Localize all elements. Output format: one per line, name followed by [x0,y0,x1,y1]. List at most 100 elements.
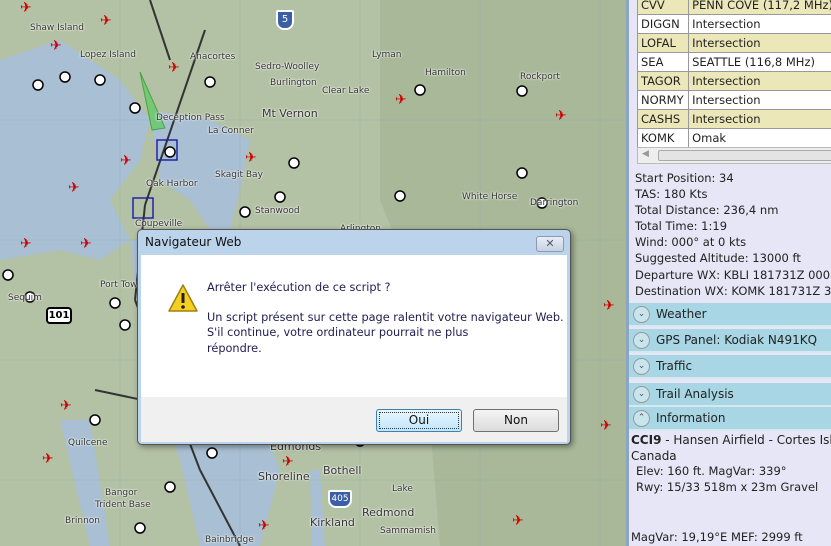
no-button[interactable]: Non [473,409,559,432]
section-weather[interactable]: ⌄ Weather [629,303,831,327]
waypoint-id: CVV [636,0,690,15]
interstate-shield: 405 [328,490,352,508]
waypoint-id: CASHS [636,109,690,129]
airport-info: CCI9 - Hansen Airfield - Cortes Island C… [631,433,831,495]
dialog-question: Arrêter l'exécution de ce script ? [207,281,391,294]
waypoint-row[interactable]: DIGGN Intersection [636,14,831,34]
waypoint-name: Omak [688,128,831,148]
map-label: Quilcene [68,438,108,448]
map-label: Hamilton [425,68,466,78]
map-label: White Horse [462,192,518,202]
tas: TAS: 180 Kts [635,187,708,202]
svg-text:✈: ✈ [555,108,567,124]
map-label: Shoreline [258,470,310,483]
waypoint-row[interactable]: KOMK Omak [636,128,831,148]
map-label: Sedro-Woolley [255,62,320,72]
waypoint-row[interactable]: SEA SEATTLE (116,8 MHz) [636,52,831,72]
waypoint-id: DIGGN [636,14,690,34]
svg-text:✈: ✈ [245,150,257,166]
airport-code: CCI9 [631,433,662,447]
map-label: Burlington [270,78,317,88]
script-warning-dialog: Navigateur Web ✕ Arrêter l'exécution de … [137,229,571,445]
waypoint-row[interactable]: TAGOR Intersection [636,71,831,91]
destination-wx: Destination WX: KOMK 181731Z 349° [635,283,831,298]
waypoint-id: TAGOR [636,71,690,91]
map-label: La Conner [208,126,254,136]
map-label: Lopez Island [80,50,136,60]
svg-text:✈: ✈ [50,38,62,54]
chevron-up-icon: ⌃ [633,409,650,427]
svg-text:✈: ✈ [60,398,72,414]
waypoint-row[interactable]: LOFAL Intersection [636,33,831,53]
map-label: Trident Base [95,500,151,510]
scroll-left-icon[interactable]: ◀ [642,149,649,159]
horizontal-scrollbar[interactable]: ◀ [637,147,831,164]
chevron-down-icon: ⌄ [633,331,650,349]
flight-stats: Start Position: 34 TAS: 180 Kts Total Di… [635,170,831,299]
waypoint-id: NORMY [636,90,690,110]
waypoint-row[interactable]: NORMY Intersection [636,90,831,110]
waypoint-id: KOMK [636,128,690,148]
svg-text:✈: ✈ [68,180,80,196]
map-label: Rockport [520,72,560,82]
section-label: Information [656,411,726,425]
wind: Wind: 000° at 0 kts [635,235,747,250]
chevron-down-icon: ⌄ [633,305,650,323]
map-label: Deception Pass [156,113,225,123]
section-label: Trail Analysis [656,387,734,401]
svg-text:✈: ✈ [80,236,92,252]
map-label: Brinnon [65,516,100,526]
airport-country: Canada [631,448,677,463]
svg-text:✈: ✈ [168,60,180,76]
departure-wx: Departure WX: KBLI 181731Z 000° 00 [635,267,831,282]
svg-text:✈: ✈ [395,92,407,108]
section-label: Traffic [656,359,693,373]
waypoint-name: SEATTLE (116,8 MHz) [688,52,831,72]
total-distance: Total Distance: 236,4 nm [635,203,779,218]
map-label: Lyman [372,50,402,60]
waypoint-name: Intersection [688,90,831,110]
start-position: Start Position: 34 [635,171,734,185]
yes-button[interactable]: Oui [376,409,462,432]
map-label: Sammamish [380,526,436,536]
chevron-down-icon: ⌄ [633,357,650,375]
close-button[interactable]: ✕ [536,236,564,252]
section-gps-panel[interactable]: ⌄ GPS Panel: Kodiak N491KQ [629,329,831,353]
waypoint-name: Intersection [688,71,831,91]
waypoint-name: PENN COVE (117,2 MHz) [688,0,831,15]
highway-shield: 101 [46,307,72,324]
svg-text:✈: ✈ [258,518,270,534]
section-trail-analysis[interactable]: ⌄ Trail Analysis [629,383,831,407]
map-label: Oak Harbor [146,179,198,189]
svg-text:✈: ✈ [20,236,32,252]
airport-name: - Hansen Airfield - Cortes Island [665,433,831,447]
map-label: Lake [392,484,413,494]
scroll-thumb[interactable] [658,150,831,161]
map-label: Kirkland [310,516,355,529]
section-traffic[interactable]: ⌄ Traffic [629,355,831,379]
waypoint-row[interactable]: CVV PENN COVE (117,2 MHz) [636,0,831,15]
svg-text:✈: ✈ [120,153,132,169]
warning-icon [168,284,198,312]
map-label: Darrington [530,198,579,208]
svg-text:✈: ✈ [512,513,524,529]
map-label: Mt Vernon [262,107,318,120]
magvar-mef: MagVar: 19,19°E MEF: 2999 ft [631,530,803,544]
suggested-altitude: Suggested Altitude: 13000 ft [635,251,801,266]
dialog-message-line: S'il continue, votre ordinateur pourrait… [207,326,469,339]
waypoint-id: LOFAL [636,33,690,53]
section-label: Weather [656,307,707,321]
map-label: Shaw Island [30,23,84,33]
waypoint-name: Intersection [688,33,831,53]
waypoint-table[interactable]: CVV PENN COVE (117,2 MHz) DIGGN Intersectio… [636,0,831,148]
svg-text:✈: ✈ [282,454,294,470]
map-label: Sequim [8,293,42,303]
section-label: GPS Panel: Kodiak N491KQ [656,333,818,347]
section-information[interactable]: ⌃ Information [629,407,831,431]
dialog-message-line: répondre. [207,341,262,355]
waypoint-name: Intersection [688,14,831,34]
dialog-message-line: Un script présent sur cette page ralenti… [207,310,564,324]
map-label: Skagit Bay [215,170,263,180]
waypoint-row[interactable]: CASHS Intersection [636,109,831,129]
map-label: Redmond [362,506,415,519]
